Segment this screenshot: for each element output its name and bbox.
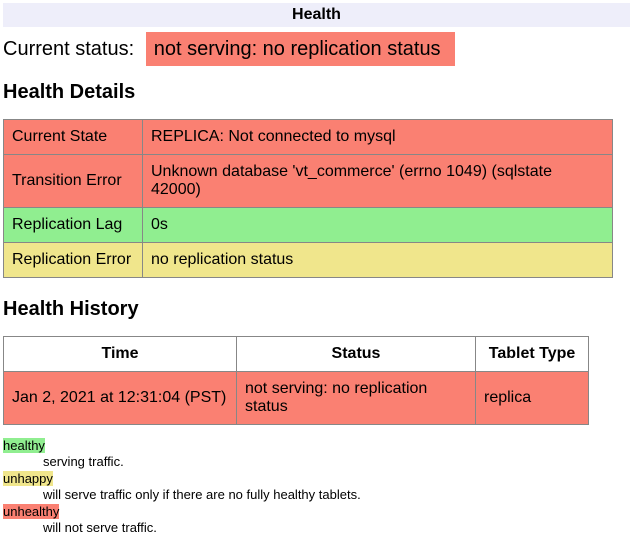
detail-label-cell: Replication Error <box>4 243 143 278</box>
table-row: Jan 2, 2021 at 12:31:04 (PST) not servin… <box>4 372 589 425</box>
detail-value-cell: no replication status <box>143 243 613 278</box>
current-status-line: Current status: not serving: no replicat… <box>3 38 630 61</box>
detail-label-cell: Current State <box>4 120 143 155</box>
table-row: Replication Lag 0s <box>4 208 613 243</box>
detail-value-cell: REPLICA: Not connected to mysql <box>143 120 613 155</box>
history-tablet-type-cell: replica <box>476 372 589 425</box>
detail-label-cell: Transition Error <box>4 155 143 208</box>
detail-value-cell: Unknown database 'vt_commerce' (errno 10… <box>143 155 613 208</box>
legend-description: will serve traffic only if there are no … <box>43 488 630 503</box>
legend-term-unhealthy: unhealthy <box>3 505 630 520</box>
legend-term-healthy-chip: healthy <box>3 438 45 453</box>
health-history-table: Time Status Tablet Type Jan 2, 2021 at 1… <box>3 336 589 425</box>
detail-value-cell: 0s <box>143 208 613 243</box>
current-status-badge: not serving: no replication status <box>146 32 455 66</box>
table-header-row: Time Status Tablet Type <box>4 337 589 372</box>
history-status-cell: not serving: no replication status <box>237 372 476 425</box>
legend-term-healthy: healthy <box>3 439 630 454</box>
legend-term-unhealthy-chip: unhealthy <box>3 504 59 519</box>
column-header-tablet-type: Tablet Type <box>476 337 589 372</box>
legend-description: will not serve traffic. <box>43 521 630 536</box>
legend-term-unhappy: unhappy <box>3 472 630 487</box>
history-time-cell: Jan 2, 2021 at 12:31:04 (PST) <box>4 372 237 425</box>
table-row: Transition Error Unknown database 'vt_co… <box>4 155 613 208</box>
page-header: Health <box>3 3 630 27</box>
current-status-label: Current status: <box>3 38 134 60</box>
health-history-heading: Health History <box>3 298 630 321</box>
table-row: Current State REPLICA: Not connected to … <box>4 120 613 155</box>
column-header-status: Status <box>237 337 476 372</box>
column-header-time: Time <box>4 337 237 372</box>
table-row: Replication Error no replication status <box>4 243 613 278</box>
detail-label-cell: Replication Lag <box>4 208 143 243</box>
legend-term-unhappy-chip: unhappy <box>3 471 53 486</box>
page-title: Health <box>292 6 341 23</box>
legend: healthy serving traffic. unhappy will se… <box>3 439 630 536</box>
health-details-table: Current State REPLICA: Not connected to … <box>3 119 613 278</box>
health-details-heading: Health Details <box>3 81 630 104</box>
legend-description: serving traffic. <box>43 455 630 470</box>
